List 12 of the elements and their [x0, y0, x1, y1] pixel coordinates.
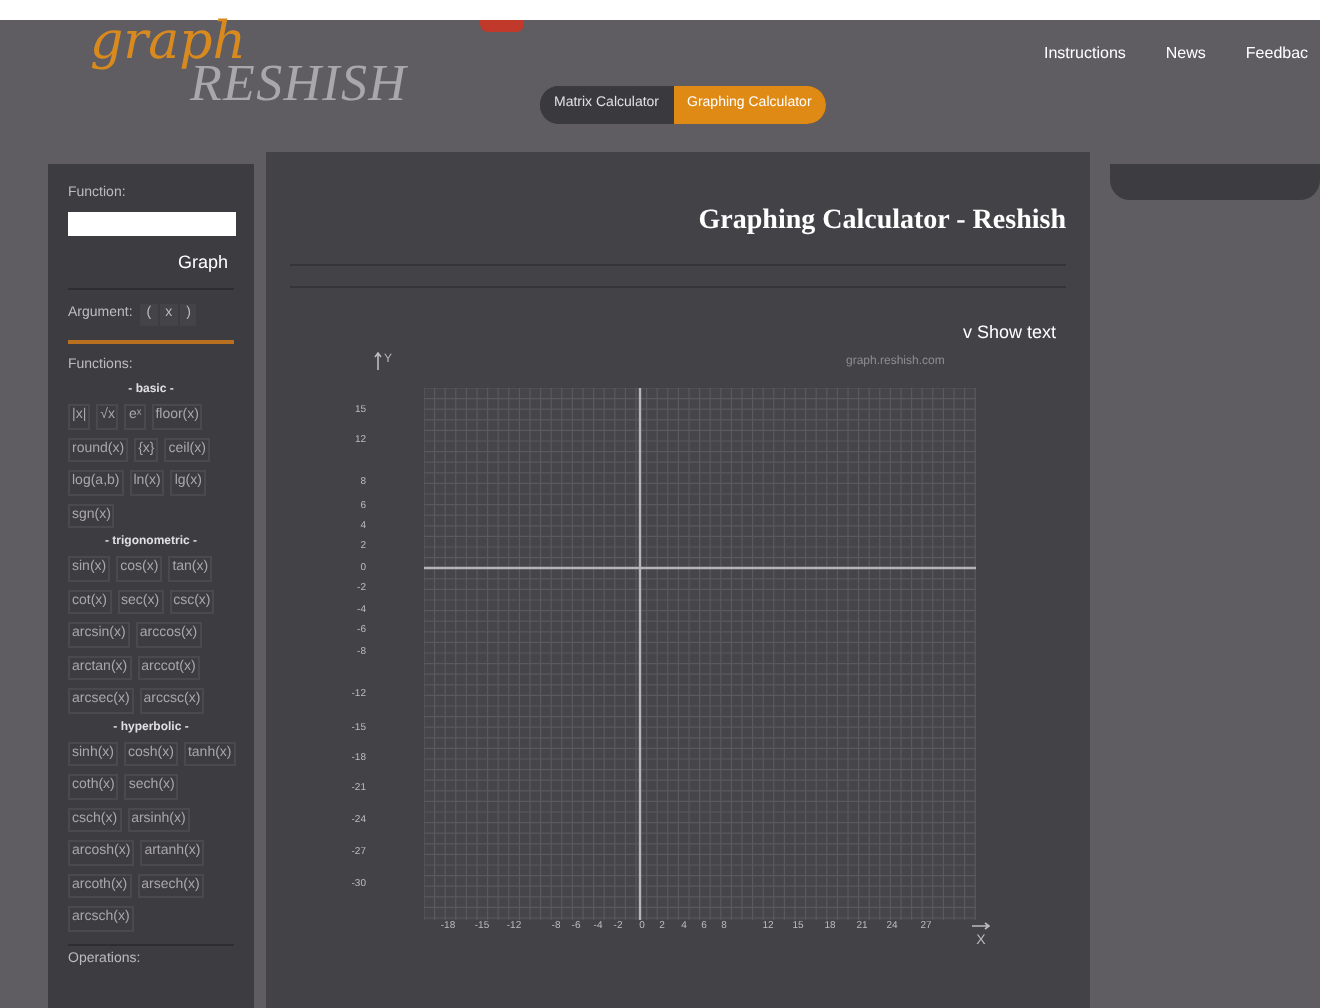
- graph-button[interactable]: Graph: [171, 249, 234, 276]
- function-input-field[interactable]: [68, 211, 236, 235]
- nav-link[interactable]: News: [1165, 42, 1206, 66]
- tab-handle[interactable]: [480, 20, 524, 32]
- nav-link[interactable]: Feedbac: [1245, 42, 1309, 66]
- page-title: Graphing Calculator - Reshish: [698, 204, 1066, 240]
- arrow-right-icon: [972, 919, 990, 931]
- show-text-toggle[interactable]: v Show text: [962, 320, 1056, 347]
- graph-grid[interactable]: [424, 387, 976, 919]
- nav-link[interactable]: Instructions: [1044, 42, 1126, 66]
- arrow-up-icon: [374, 351, 382, 369]
- right-panel-tab[interactable]: [1110, 164, 1320, 200]
